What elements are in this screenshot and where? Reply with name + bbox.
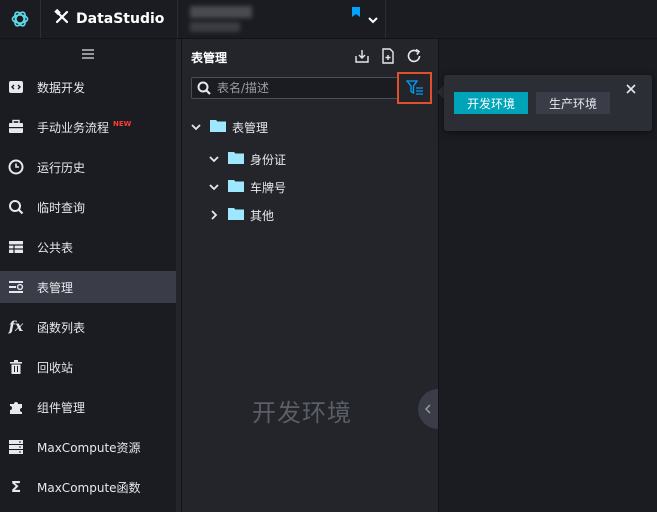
sidebar-item-label: 函数列表 — [37, 320, 86, 335]
chevron-down-icon[interactable] — [190, 121, 202, 133]
search-box[interactable] — [191, 77, 399, 99]
sidebar-item-function-list[interactable]: fx 函数列表 — [0, 311, 176, 343]
popover-arrow — [437, 85, 444, 99]
briefcase-icon — [8, 119, 24, 135]
table-manage-icon — [8, 279, 24, 295]
panel-title: 表管理 — [191, 51, 228, 65]
brand[interactable]: DataStudio — [40, 0, 178, 38]
tree-node-label: 车牌号 — [250, 180, 287, 195]
sidebar-item-label: 表管理 — [37, 280, 74, 295]
chevron-left-icon — [425, 404, 431, 414]
tree-node-other[interactable]: 其他 — [208, 205, 274, 225]
code-icon — [8, 79, 24, 95]
sidebar-item-label: MaxCompute函数 — [37, 480, 141, 495]
sidebar-item-label: 临时查询 — [37, 200, 86, 215]
brand-name: DataStudio — [76, 11, 165, 27]
filter-icon — [405, 80, 424, 96]
import-icon[interactable] — [353, 47, 371, 65]
workspace-name-redacted — [190, 6, 252, 18]
tree-node-plate[interactable]: 车牌号 — [208, 177, 286, 197]
sidebar: 数据开发 手动业务流程 NEW 运行历史 临时查询 公共表 表管理 fx 函数列… — [0, 39, 176, 512]
sidebar-item-label: 运行历史 — [37, 160, 86, 175]
chevron-right-icon[interactable] — [208, 209, 220, 221]
folder-icon — [228, 151, 244, 167]
table-icon — [8, 239, 24, 255]
tree-node-id-card[interactable]: 身份证 — [208, 149, 286, 169]
sidebar-item-run-history[interactable]: 运行历史 — [0, 151, 176, 183]
top-bar: DataStudio — [0, 0, 657, 39]
sidebar-item-label: 手动业务流程 — [37, 120, 110, 135]
chevron-down-icon — [368, 9, 378, 28]
sidebar-item-label: 回收站 — [37, 360, 74, 375]
sidebar-item-manual-flow[interactable]: 手动业务流程 NEW — [0, 111, 176, 143]
logo-icon[interactable] — [0, 0, 41, 38]
workspace-sub-redacted — [190, 22, 240, 32]
search-icon — [8, 199, 24, 215]
sidebar-item-component-manage[interactable]: 组件管理 — [0, 391, 176, 423]
resource-icon — [8, 439, 24, 455]
sidebar-item-label: MaxCompute资源 — [37, 440, 141, 455]
new-file-icon[interactable] — [379, 47, 397, 65]
search-icon — [197, 81, 211, 95]
trash-icon — [8, 359, 24, 375]
sigma-icon: Σ — [10, 478, 22, 496]
folder-icon — [228, 207, 244, 223]
tree-node-label: 表管理 — [232, 120, 269, 135]
sidebar-item-public-table[interactable]: 公共表 — [0, 231, 176, 263]
puzzle-icon — [8, 399, 24, 415]
env-watermark: 开发环境 — [252, 399, 352, 427]
menu-toggle-icon[interactable] — [0, 39, 176, 69]
sidebar-item-mc-resource[interactable]: MaxCompute资源 — [0, 431, 176, 463]
prod-env-button[interactable]: 生产环境 — [536, 92, 610, 114]
sidebar-item-table-manage[interactable]: 表管理 — [0, 271, 176, 303]
dev-env-button[interactable]: 开发环境 — [454, 92, 528, 114]
table-manage-panel: 表管理 表管理 身份证 车牌号 其他 开发环境 — [181, 39, 438, 512]
search-input[interactable] — [217, 81, 387, 95]
folder-icon — [228, 179, 244, 195]
chevron-down-icon[interactable] — [208, 153, 220, 165]
sidebar-item-label: 组件管理 — [37, 400, 86, 415]
refresh-icon[interactable] — [405, 47, 423, 65]
sidebar-item-data-dev[interactable]: 数据开发 — [0, 71, 176, 103]
function-icon: fx — [8, 319, 24, 335]
filter-button[interactable] — [397, 72, 432, 104]
chevron-down-icon[interactable] — [208, 181, 220, 193]
sidebar-item-label: 公共表 — [37, 240, 74, 255]
new-badge: NEW — [113, 120, 132, 128]
close-icon[interactable] — [625, 83, 637, 95]
tree-node-label: 其他 — [250, 208, 275, 223]
sidebar-item-mc-function[interactable]: Σ MaxCompute函数 — [0, 471, 176, 503]
sidebar-item-temp-query[interactable]: 临时查询 — [0, 191, 176, 223]
tools-icon — [54, 8, 76, 29]
sidebar-item-label: 数据开发 — [37, 80, 86, 95]
folder-icon — [210, 119, 226, 135]
sidebar-item-recycle-bin[interactable]: 回收站 — [0, 351, 176, 383]
tree-node-root[interactable]: 表管理 — [190, 117, 268, 137]
env-popover: 开发环境 生产环境 — [444, 75, 652, 131]
clock-icon — [8, 159, 24, 175]
bookmark-icon — [352, 7, 360, 17]
tree-node-label: 身份证 — [250, 152, 287, 167]
workspace-selector[interactable] — [178, 0, 386, 38]
